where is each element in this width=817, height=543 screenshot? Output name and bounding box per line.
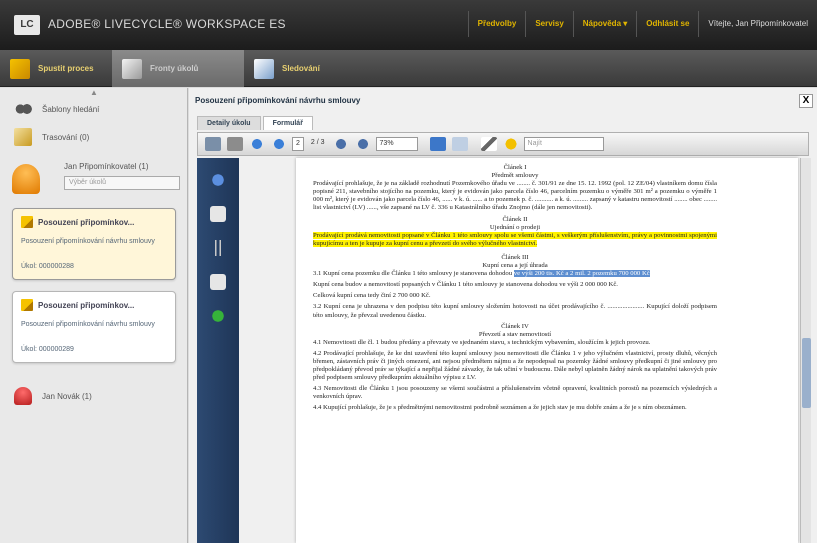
zoom-in-icon[interactable] <box>354 137 371 151</box>
task-card-id: Úkol: 000000288 <box>21 263 74 270</box>
sidebar-item-search-templates[interactable]: Šablony hledání <box>14 98 99 120</box>
article-subheading: Ujednání o prodeji <box>489 223 541 231</box>
task-card[interactable]: Posouzení připomínkov... Posouzení připo… <box>12 208 176 280</box>
paragraph: 4.3 Nemovitosti dle Článku 1 jsou posouz… <box>313 385 717 401</box>
tab-task-details[interactable]: Detaily úkolu <box>197 116 261 130</box>
queue-other-user-label: Jan Novák (1) <box>42 391 92 401</box>
task-card-id: Úkol: 000000289 <box>21 346 74 353</box>
article-heading: Článek IV <box>501 322 529 330</box>
find-input[interactable]: Najít <box>523 137 604 151</box>
comments-icon[interactable] <box>210 274 226 290</box>
sidebar: ▲ Šablony hledání Trasování (0) Jan Přip… <box>0 88 188 543</box>
tab-task-queues[interactable]: Fronty úkolů <box>112 50 244 87</box>
app-logo: LC <box>14 15 40 35</box>
article-subheading: Kupní cena a její úhrada <box>482 262 548 270</box>
highlighted-paragraph[interactable]: Prodávající prodává nemovitosti popsané … <box>313 231 717 248</box>
zoom-out-icon[interactable] <box>332 137 349 151</box>
save-icon[interactable] <box>227 137 243 151</box>
pdf-toolbar: 2 2 / 3 73% Najít <box>197 132 809 156</box>
article-subheading: Převzetí a stav nemovitostí <box>478 330 552 338</box>
tab-form[interactable]: Formulář <box>262 116 313 130</box>
paragraph-text: 3.1 Kupní cena pozemku dle Článku 1 této… <box>313 270 514 278</box>
sidebar-item-label: Trasování (0) <box>42 132 90 142</box>
paragraph: Prodávající prohlašuje, že je na základě… <box>313 180 717 212</box>
sidebar-item-label: Šablony hledání <box>42 104 100 114</box>
task-card[interactable]: Posouzení připomínkov... Posouzení připo… <box>12 291 176 363</box>
start-process-icon <box>10 58 30 79</box>
fit-page-icon[interactable] <box>429 137 446 151</box>
binoculars-icon <box>14 100 32 118</box>
article-heading: Článek III <box>501 253 529 261</box>
zoom-select[interactable]: 73% <box>375 137 418 151</box>
document-body: Článek I Předmět smlouvy Prodávající pro… <box>313 164 717 416</box>
queue-user-name: Jan Připomínkovatel (1) <box>64 162 149 171</box>
pages-icon[interactable] <box>210 172 226 188</box>
article-heading: Článek II <box>502 215 528 223</box>
task-card-description: Posouzení připomínkování návrhu smlouvy <box>21 238 155 245</box>
pdf-page: Článek I Předmět smlouvy Prodávající pro… <box>296 158 798 543</box>
task-select-dropdown[interactable]: Výběr úkolů <box>64 176 180 190</box>
nav-logout[interactable]: Odhlásit se <box>636 11 698 37</box>
nav-help[interactable]: Nápověda ▾ <box>572 11 636 37</box>
tab-tracking[interactable]: Sledování <box>244 50 374 87</box>
attachment-icon[interactable] <box>210 206 226 222</box>
task-card-description: Posouzení připomínkování návrhu smlouvy <box>21 321 155 328</box>
pencil-icon <box>21 299 33 311</box>
paragraph: 4.1 Nemovitosti dle čl. 1 budou předány … <box>313 338 651 346</box>
user-avatar-icon <box>12 164 40 194</box>
paragraph: 3.1 Kupní cena pozemku dle Článku 1 této… <box>313 270 717 278</box>
queue-user-row[interactable]: Jan Připomínkovatel (1) Výběr úkolů <box>12 160 180 200</box>
user-icon <box>14 387 32 405</box>
close-button[interactable]: X <box>799 94 813 108</box>
scrollbar-thumb[interactable] <box>802 338 811 408</box>
task-card-title: Posouzení připomínkov... <box>38 217 135 227</box>
task-tabs: Detaily úkolu Formulář <box>197 116 315 130</box>
task-title: Posouzení připomínkování návrhu smlouvy <box>195 96 361 105</box>
paragraph: Kupní cena budov a nemovitostí popsaných… <box>313 281 618 289</box>
pdf-navigation-rail <box>197 158 239 543</box>
scroll-up-icon[interactable]: ▲ <box>90 88 98 97</box>
task-queue-icon <box>122 58 142 79</box>
selected-text[interactable]: ve výši 200 tis. Kč a 2 mil. 2 pozemku 7… <box>513 270 650 278</box>
article-subheading: Předmět smlouvy <box>491 172 539 180</box>
main-toolbar: Spustit proces Fronty úkolů Sledování <box>0 50 817 87</box>
green-status-icon[interactable] <box>210 308 226 324</box>
tracking-icon <box>254 58 274 79</box>
paragraph: 4.2 Prodávající prohlašuje, že ke dni uz… <box>313 349 717 382</box>
article-heading: Článek I <box>503 164 527 171</box>
fit-width-icon[interactable] <box>451 137 468 151</box>
vertical-scrollbar[interactable] <box>800 158 811 543</box>
task-content-panel: Posouzení připomínkování návrhu smlouvy … <box>189 88 817 543</box>
next-page-icon[interactable] <box>271 137 287 151</box>
highlight-annotation[interactable]: Prodávající prodává nemovitosti popsané … <box>313 231 717 247</box>
task-card-title: Posouzení připomínkov... <box>38 300 135 310</box>
checklist-icon <box>14 128 32 146</box>
page-number-input[interactable]: 2 <box>292 137 304 151</box>
paragraph: Celková kupní cena tedy činí 2 700 000 K… <box>313 292 431 300</box>
app-title: ADOBE® LIVECYCLE® WORKSPACE ES <box>48 17 286 31</box>
pen-tool-icon[interactable] <box>480 137 497 151</box>
title-bar: LC ADOBE® LIVECYCLE® WORKSPACE ES Předvo… <box>0 0 817 50</box>
page-count: 2 / 3 <box>310 139 325 146</box>
queue-other-user[interactable]: Jan Novák (1) <box>14 385 92 407</box>
nav-services[interactable]: Servisy <box>525 11 572 37</box>
tab-start-process[interactable]: Spustit proces <box>0 50 112 87</box>
top-nav: Předvolby Servisy Nápověda ▾ Odhlásit se… <box>467 11 817 37</box>
sidebar-item-tracking[interactable]: Trasování (0) <box>14 126 89 148</box>
tab-tracking-label: Sledování <box>282 64 320 73</box>
welcome-user: Vítejte, Jan Připomínkovatel <box>698 11 817 37</box>
signature-icon[interactable] <box>210 240 226 256</box>
tab-task-queues-label: Fronty úkolů <box>150 64 199 73</box>
nav-preferences[interactable]: Předvolby <box>467 11 526 37</box>
tab-start-process-label: Spustit proces <box>38 64 94 73</box>
paragraph: 3.2 Kupní cena je uhrazena v den podpisu… <box>313 303 717 319</box>
print-icon[interactable] <box>205 137 221 151</box>
pencil-icon <box>21 216 33 228</box>
prev-page-icon[interactable] <box>249 137 265 151</box>
paragraph: 4.4 Kupující prohlašuje, že je s předmět… <box>313 404 687 412</box>
comment-tool-icon[interactable] <box>502 137 519 151</box>
